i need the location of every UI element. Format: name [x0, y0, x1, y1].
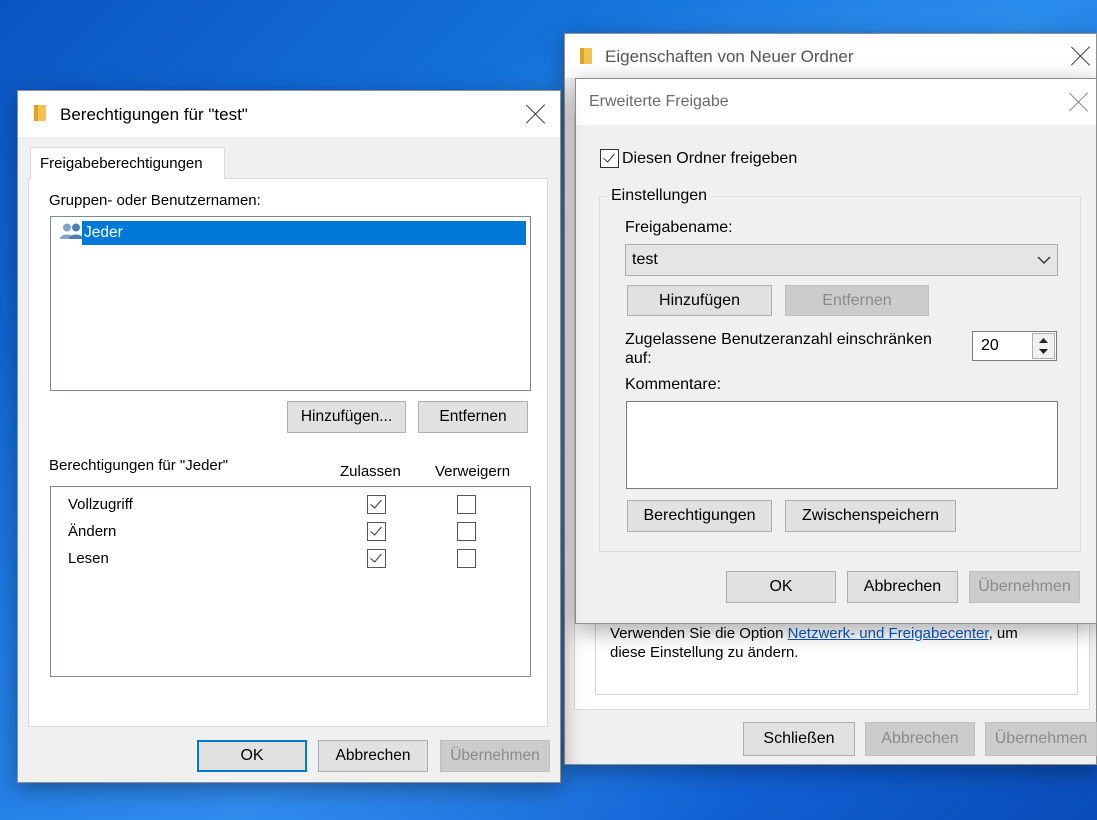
- info-text-line2: diese Einstellung zu ändern.: [610, 644, 799, 661]
- ok-button[interactable]: OK: [197, 740, 307, 772]
- folder-icon: [34, 105, 46, 121]
- share-name-label: Freigabename:: [625, 219, 733, 236]
- tab-label: Freigabeberechtigungen: [40, 155, 203, 172]
- add-user-button[interactable]: Hinzufügen...: [287, 401, 406, 433]
- apply-button[interactable]: Übernehmen: [440, 740, 550, 772]
- allow-header: Zulassen: [340, 463, 401, 480]
- chevron-down-icon: [1037, 256, 1051, 264]
- user-limit-label-1: Zugelassene Benutzeranzahl einschränken: [625, 331, 932, 348]
- properties-apply-button[interactable]: Übernehmen: [985, 722, 1097, 756]
- user-limit-label-2: auf:: [625, 350, 652, 367]
- close-icon[interactable]: [1070, 45, 1092, 67]
- permission-name: Ändern: [68, 523, 117, 540]
- users-listbox[interactable]: Jeder: [50, 216, 531, 391]
- properties-title: Eigenschaften von Neuer Ordner: [605, 47, 854, 66]
- share-folder-label: Diesen Ordner freigeben: [622, 150, 798, 167]
- caching-button[interactable]: Zwischenspeichern: [785, 500, 956, 532]
- allow-checkbox[interactable]: [367, 549, 386, 568]
- user-limit-value: 20: [981, 337, 999, 354]
- remove-user-button[interactable]: Entfernen: [418, 401, 528, 433]
- advanced-sharing-titlebar[interactable]: Erweiterte Freigabe: [576, 79, 1096, 125]
- folder-icon: [580, 48, 592, 64]
- allow-checkbox[interactable]: [367, 522, 386, 541]
- list-item-label: Jeder: [84, 224, 123, 241]
- share-name-select[interactable]: test: [625, 244, 1058, 276]
- permission-name: Lesen: [68, 550, 109, 567]
- comments-label: Kommentare:: [625, 376, 722, 393]
- share-name-value: test: [632, 251, 658, 268]
- advanced-apply-button[interactable]: Übernehmen: [969, 571, 1080, 603]
- info-text-after: , um: [988, 625, 1018, 642]
- advanced-sharing-dialog: Erweiterte Freigabe Diesen Ordner freige…: [575, 78, 1097, 624]
- properties-cancel-button[interactable]: Abbrechen: [865, 722, 975, 756]
- close-icon[interactable]: [525, 103, 547, 125]
- network-center-link[interactable]: Netzwerk- und Freigabecenter: [788, 625, 989, 642]
- settings-label: Einstellungen: [607, 187, 712, 205]
- comments-textarea[interactable]: [626, 401, 1058, 489]
- allow-checkbox[interactable]: [367, 495, 386, 514]
- deny-checkbox[interactable]: [457, 495, 476, 514]
- list-item-highlight: Jeder: [82, 221, 526, 245]
- stepper-up-icon[interactable]: [1033, 334, 1054, 346]
- advanced-ok-button[interactable]: OK: [726, 571, 836, 603]
- list-item[interactable]: Jeder: [57, 221, 526, 245]
- close-icon[interactable]: [1068, 91, 1090, 113]
- deny-checkbox[interactable]: [457, 522, 476, 541]
- deny-checkbox[interactable]: [457, 549, 476, 568]
- properties-titlebar[interactable]: Eigenschaften von Neuer Ordner: [565, 34, 1096, 78]
- info-text-before: Verwenden Sie die Option: [610, 625, 788, 642]
- info-text: Verwenden Sie die Option Netzwerk- und F…: [610, 624, 1018, 662]
- permissions-for-label: Berechtigungen für "Jeder": [49, 457, 229, 474]
- advanced-sharing-title: Erweiterte Freigabe: [589, 93, 729, 110]
- permissions-list: Vollzugriff Ändern Lesen: [50, 486, 531, 677]
- tab-share-permissions[interactable]: Freigabeberechtigungen: [30, 147, 225, 179]
- deny-header: Verweigern: [435, 463, 511, 480]
- table-row: Ändern: [51, 521, 530, 545]
- permissions-title: Berechtigungen für "test": [60, 105, 248, 124]
- stepper-down-icon[interactable]: [1033, 346, 1054, 358]
- table-row: Vollzugriff: [51, 494, 530, 518]
- advanced-cancel-button[interactable]: Abbrechen: [847, 571, 958, 603]
- permission-name: Vollzugriff: [68, 496, 133, 513]
- permissions-titlebar[interactable]: Berechtigungen für "test": [18, 91, 560, 137]
- groups-label: Gruppen- oder Benutzernamen:: [49, 192, 261, 209]
- permissions-dialog: Berechtigungen für "test" Freigabeberech…: [17, 90, 561, 783]
- stepper-buttons: [1032, 333, 1055, 359]
- user-limit-stepper[interactable]: 20: [972, 331, 1057, 361]
- cancel-button[interactable]: Abbrechen: [318, 740, 428, 772]
- add-share-button[interactable]: Hinzufügen: [627, 285, 772, 316]
- close-button[interactable]: Schließen: [743, 722, 855, 756]
- remove-share-button[interactable]: Entfernen: [785, 285, 929, 316]
- permissions-button[interactable]: Berechtigungen: [627, 500, 772, 532]
- table-row: Lesen: [51, 548, 530, 572]
- share-folder-checkbox[interactable]: [600, 149, 619, 168]
- info-box: Verwenden Sie die Option Netzwerk- und F…: [595, 615, 1078, 695]
